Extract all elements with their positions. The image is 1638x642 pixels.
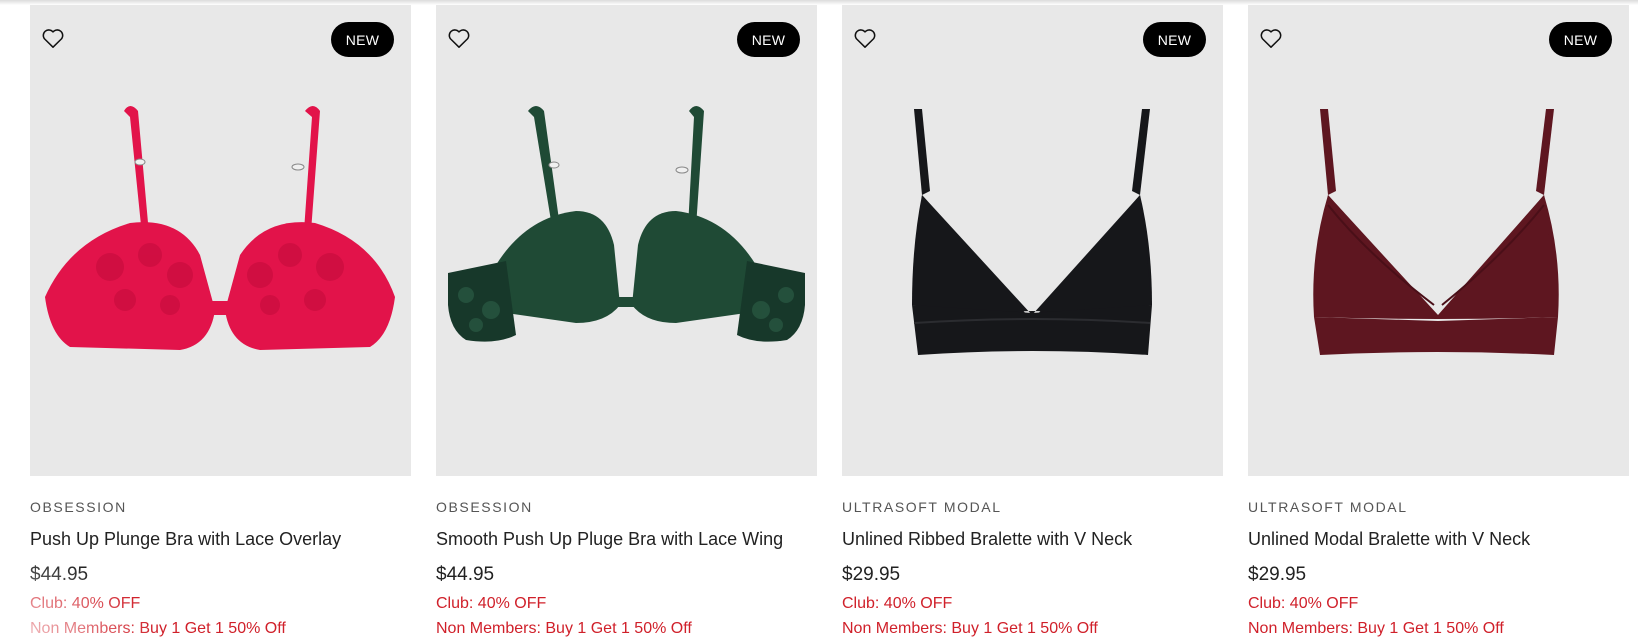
nonmember-promo: Non Members: Buy 1 Get 1 50% Off <box>842 620 1098 637</box>
product-name[interactable]: Push Up Plunge Bra with Lace Overlay <box>30 529 411 551</box>
product-name[interactable]: Unlined Modal Bralette with V Neck <box>1248 529 1629 551</box>
product-card[interactable]: NEW ULTRASOFT MODAL Unlined Ribbed Brale… <box>842 5 1223 637</box>
product-brand: OBSESSION <box>436 499 533 515</box>
product-card[interactable]: NEW OBSESSION Smooth Push Up Pluge Bra w… <box>436 5 817 637</box>
nonmember-promo: Non Members: Buy 1 Get 1 50% Off <box>30 620 286 637</box>
new-badge: NEW <box>331 22 394 57</box>
product-image[interactable]: NEW <box>30 5 411 476</box>
product-card[interactable]: NEW OBSESSION Push Up Plunge Bra with La… <box>30 5 411 637</box>
new-badge: NEW <box>1549 22 1612 57</box>
product-name[interactable]: Unlined Ribbed Bralette with V Neck <box>842 529 1223 551</box>
heart-icon[interactable] <box>446 25 472 51</box>
product-card[interactable]: NEW ULTRASOFT MODAL Unlined Modal Bralet… <box>1248 5 1629 637</box>
product-price: $44.95 <box>30 564 89 585</box>
bralette-image-modal <box>1313 109 1559 355</box>
product-grid: NEW OBSESSION Push Up Plunge Bra with La… <box>30 5 1629 637</box>
product-price: $44.95 <box>436 564 495 585</box>
product-image[interactable]: NEW <box>436 5 817 476</box>
new-badge: NEW <box>737 22 800 57</box>
product-brand: OBSESSION <box>30 499 127 515</box>
product-price: $29.95 <box>1248 564 1307 585</box>
product-price: $29.95 <box>842 564 901 585</box>
product-image[interactable]: NEW <box>1248 5 1629 476</box>
club-promo: Club: 40% OFF <box>1248 595 1359 612</box>
nonmember-promo: Non Members: Buy 1 Get 1 50% Off <box>1248 620 1504 637</box>
nonmember-promo: Non Members: Buy 1 Get 1 50% Off <box>436 620 692 637</box>
product-name[interactable]: Smooth Push Up Pluge Bra with Lace Wing <box>436 529 817 551</box>
bralette-image-ribbed <box>912 109 1152 355</box>
club-promo: Club: 40% OFF <box>30 595 141 612</box>
product-brand: ULTRASOFT MODAL <box>1248 499 1408 515</box>
heart-icon[interactable] <box>852 25 878 51</box>
bra-image-plunge-lace <box>45 106 395 350</box>
bra-image-lace-wing <box>448 106 805 342</box>
heart-icon[interactable] <box>1258 25 1284 51</box>
heart-icon[interactable] <box>40 25 66 51</box>
product-image[interactable]: NEW <box>842 5 1223 476</box>
product-brand: ULTRASOFT MODAL <box>842 499 1002 515</box>
new-badge: NEW <box>1143 22 1206 57</box>
club-promo: Club: 40% OFF <box>436 595 547 612</box>
club-promo: Club: 40% OFF <box>842 595 953 612</box>
